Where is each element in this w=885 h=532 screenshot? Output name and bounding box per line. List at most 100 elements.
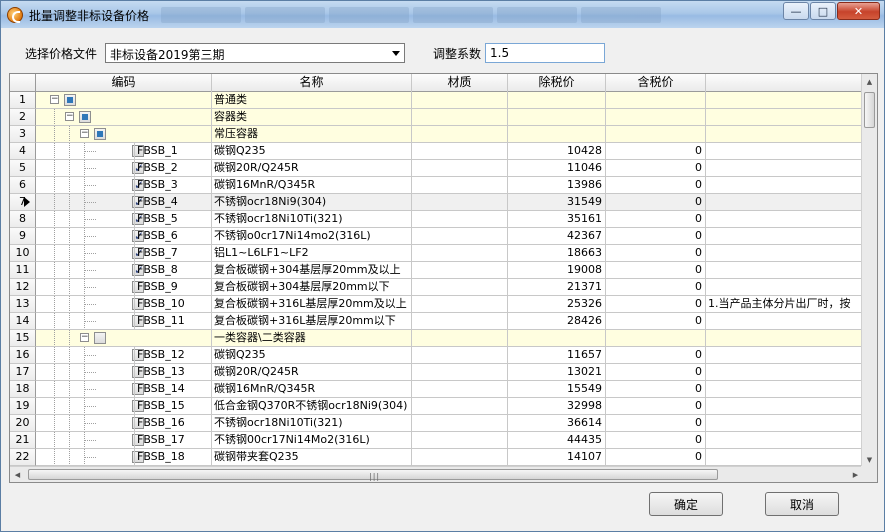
column-header-description[interactable]: 说明: [706, 74, 863, 92]
price-ex-tax[interactable]: 42367: [508, 228, 606, 245]
price-inc-tax[interactable]: 0: [606, 262, 706, 279]
item-description[interactable]: [706, 245, 863, 262]
item-material[interactable]: [412, 296, 508, 313]
price-inc-tax[interactable]: [606, 109, 706, 126]
price-ex-tax[interactable]: 11046: [508, 160, 606, 177]
item-name[interactable]: 不锈钢ocr18Ni9(304): [212, 194, 412, 211]
price-inc-tax[interactable]: 0: [606, 415, 706, 432]
price-inc-tax[interactable]: 0: [606, 364, 706, 381]
code-cell[interactable]: FBSB_2: [36, 160, 212, 177]
price-inc-tax[interactable]: 0: [606, 279, 706, 296]
horizontal-scrollbar[interactable]: ◀ ||| ▶: [10, 466, 863, 482]
item-name[interactable]: 不锈钢o0cr17Ni14mo2(316L): [212, 228, 412, 245]
price-ex-tax[interactable]: 14107: [508, 449, 606, 466]
item-name[interactable]: 一类容器\二类容器: [212, 330, 412, 347]
code-cell[interactable]: FBSB_7: [36, 245, 212, 262]
item-name[interactable]: 碳钢Q235: [212, 347, 412, 364]
vertical-scroll-thumb[interactable]: [864, 92, 875, 128]
price-inc-tax[interactable]: 0: [606, 177, 706, 194]
table-row[interactable]: 21 FBSB_17 不锈钢00cr17Ni14Mo2(316L) 44435 0: [10, 432, 863, 449]
code-cell[interactable]: −: [36, 109, 212, 126]
item-description[interactable]: [706, 347, 863, 364]
item-description[interactable]: [706, 177, 863, 194]
cancel-button[interactable]: 取消: [765, 492, 839, 516]
item-name[interactable]: 复合板碳钢+304基层厚20mm及以上: [212, 262, 412, 279]
item-name[interactable]: 不锈钢ocr18Ni10Ti(321): [212, 415, 412, 432]
vertical-scrollbar[interactable]: ▲ ▼: [861, 74, 877, 468]
price-ex-tax[interactable]: 19008: [508, 262, 606, 279]
title-bar[interactable]: 批量调整非标设备价格 — □ ✕: [1, 1, 884, 28]
item-name[interactable]: 铝L1~L6LF1~LF2: [212, 245, 412, 262]
price-inc-tax[interactable]: 0: [606, 296, 706, 313]
row-number[interactable]: 9: [10, 228, 36, 245]
table-row[interactable]: 19 FBSB_15 低合金钢Q370R不锈钢ocr18Ni9(304) 32998 0: [10, 398, 863, 415]
horizontal-scroll-thumb[interactable]: |||: [28, 469, 718, 481]
table-row[interactable]: 14 FBSB_11 复合板碳钢+316L基层厚20mm以下 28426 0: [10, 313, 863, 330]
code-cell[interactable]: FBSB_9: [36, 279, 212, 296]
row-number[interactable]: 10: [10, 245, 36, 262]
item-description[interactable]: [706, 449, 863, 466]
item-description[interactable]: [706, 398, 863, 415]
item-material[interactable]: [412, 330, 508, 347]
price-ex-tax[interactable]: 44435: [508, 432, 606, 449]
row-number[interactable]: 19: [10, 398, 36, 415]
code-cell[interactable]: FBSB_13: [36, 364, 212, 381]
item-material[interactable]: [412, 245, 508, 262]
item-description[interactable]: [706, 381, 863, 398]
table-row[interactable]: 6 FBSB_3 碳钢16MnR/Q345R 139860: [10, 177, 863, 194]
item-name[interactable]: 低合金钢Q370R不锈钢ocr18Ni9(304): [212, 398, 412, 415]
table-row[interactable]: 12 FBSB_9 复合板碳钢+304基层厚20mm以下 21371 0: [10, 279, 863, 296]
chevron-down-icon[interactable]: [392, 51, 400, 56]
table-row[interactable]: 16 FBSB_12 碳钢Q235 11657 0: [10, 347, 863, 364]
item-description[interactable]: [706, 313, 863, 330]
item-description[interactable]: [706, 432, 863, 449]
row-number[interactable]: 5: [10, 160, 36, 177]
price-ex-tax[interactable]: 28426: [508, 313, 606, 330]
item-description[interactable]: [706, 92, 863, 109]
item-material[interactable]: [412, 211, 508, 228]
item-material[interactable]: [412, 109, 508, 126]
item-name[interactable]: 不锈钢ocr18Ni10Ti(321): [212, 211, 412, 228]
code-cell[interactable]: FBSB_10: [36, 296, 212, 313]
code-cell[interactable]: FBSB_3: [36, 177, 212, 194]
scroll-up-icon[interactable]: ▲: [862, 74, 877, 90]
scroll-left-icon[interactable]: ◀: [10, 467, 25, 482]
item-material[interactable]: [412, 228, 508, 245]
item-name[interactable]: 复合板碳钢+316L基层厚20mm及以上: [212, 296, 412, 313]
price-inc-tax[interactable]: 0: [606, 432, 706, 449]
item-description[interactable]: 1.当产品主体分片出厂时，按: [706, 296, 863, 313]
row-number[interactable]: 13: [10, 296, 36, 313]
item-material[interactable]: [412, 160, 508, 177]
price-file-select[interactable]: 非标设备2019第三期: [105, 43, 405, 63]
table-row[interactable]: 10 FBSB_7 铝L1~L6LF1~LF2 186630: [10, 245, 863, 262]
price-ex-tax[interactable]: 36614: [508, 415, 606, 432]
item-name[interactable]: 碳钢20R/Q245R: [212, 364, 412, 381]
table-row[interactable]: 13 FBSB_10 复合板碳钢+316L基层厚20mm及以上 25326 0 1.当产品…: [10, 296, 863, 313]
close-button[interactable]: ✕: [837, 2, 880, 20]
row-number[interactable]: 14: [10, 313, 36, 330]
price-inc-tax[interactable]: [606, 330, 706, 347]
table-row[interactable]: 7 FBSB_4 不锈钢ocr18Ni9(304) 315490: [10, 194, 863, 211]
price-ex-tax[interactable]: [508, 109, 606, 126]
row-number[interactable]: 18: [10, 381, 36, 398]
price-ex-tax[interactable]: 11657: [508, 347, 606, 364]
item-material[interactable]: [412, 126, 508, 143]
table-row[interactable]: 17 FBSB_13 碳钢20R/Q245R 13021 0: [10, 364, 863, 381]
item-description[interactable]: [706, 194, 863, 211]
price-inc-tax[interactable]: 0: [606, 143, 706, 160]
price-inc-tax[interactable]: 0: [606, 449, 706, 466]
table-row[interactable]: 5 FBSB_2 碳钢20R/Q245R 110460: [10, 160, 863, 177]
group-checkbox[interactable]: [94, 332, 106, 344]
row-number[interactable]: 8: [10, 211, 36, 228]
row-number[interactable]: 20: [10, 415, 36, 432]
code-cell[interactable]: FBSB_12: [36, 347, 212, 364]
price-inc-tax[interactable]: [606, 92, 706, 109]
group-checkbox[interactable]: [79, 111, 91, 123]
item-name[interactable]: 碳钢16MnR/Q345R: [212, 177, 412, 194]
price-ex-tax[interactable]: 15549: [508, 381, 606, 398]
item-material[interactable]: [412, 177, 508, 194]
price-inc-tax[interactable]: 0: [606, 160, 706, 177]
row-number[interactable]: 7: [10, 194, 36, 211]
price-ex-tax[interactable]: 10428: [508, 143, 606, 160]
item-description[interactable]: [706, 109, 863, 126]
